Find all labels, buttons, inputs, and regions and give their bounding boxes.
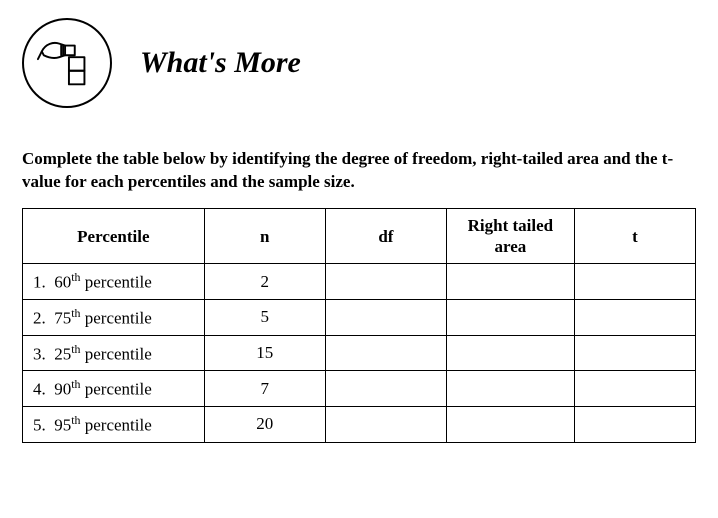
cell-n: 15	[204, 335, 325, 371]
cell-df[interactable]	[325, 371, 446, 407]
table-row: 5. 95th percentile 20	[23, 407, 696, 443]
cell-right-tailed[interactable]	[446, 264, 574, 300]
cell-right-tailed[interactable]	[446, 407, 574, 443]
table-row: 3. 25th percentile 15	[23, 335, 696, 371]
cell-df[interactable]	[325, 264, 446, 300]
hand-stacking-blocks-icon	[22, 18, 112, 108]
cell-right-tailed[interactable]	[446, 335, 574, 371]
header-right-tailed: Right tailed area	[446, 208, 574, 264]
cell-t[interactable]	[574, 335, 695, 371]
cell-df[interactable]	[325, 335, 446, 371]
cell-n: 2	[204, 264, 325, 300]
cell-t[interactable]	[574, 407, 695, 443]
cell-t[interactable]	[574, 371, 695, 407]
header-df: df	[325, 208, 446, 264]
cell-percentile: 3. 25th percentile	[23, 335, 205, 371]
cell-n: 20	[204, 407, 325, 443]
table-header-row: Percentile n df Right tailed area t	[23, 208, 696, 264]
instructions-text: Complete the table below by identifying …	[22, 148, 696, 194]
page-title: What's More	[140, 46, 301, 80]
table-row: 2. 75th percentile 5	[23, 300, 696, 336]
cell-n: 7	[204, 371, 325, 407]
cell-t[interactable]	[574, 264, 695, 300]
cell-right-tailed[interactable]	[446, 371, 574, 407]
header-n: n	[204, 208, 325, 264]
cell-df[interactable]	[325, 300, 446, 336]
cell-right-tailed[interactable]	[446, 300, 574, 336]
cell-percentile: 1. 60th percentile	[23, 264, 205, 300]
cell-df[interactable]	[325, 407, 446, 443]
worksheet-header: What's More	[22, 18, 696, 108]
table-row: 4. 90th percentile 7	[23, 371, 696, 407]
cell-percentile: 5. 95th percentile	[23, 407, 205, 443]
cell-percentile: 4. 90th percentile	[23, 371, 205, 407]
table-row: 1. 60th percentile 2	[23, 264, 696, 300]
cell-percentile: 2. 75th percentile	[23, 300, 205, 336]
cell-t[interactable]	[574, 300, 695, 336]
header-percentile: Percentile	[23, 208, 205, 264]
worksheet-table: Percentile n df Right tailed area t 1. 6…	[22, 208, 696, 443]
header-t: t	[574, 208, 695, 264]
cell-n: 5	[204, 300, 325, 336]
